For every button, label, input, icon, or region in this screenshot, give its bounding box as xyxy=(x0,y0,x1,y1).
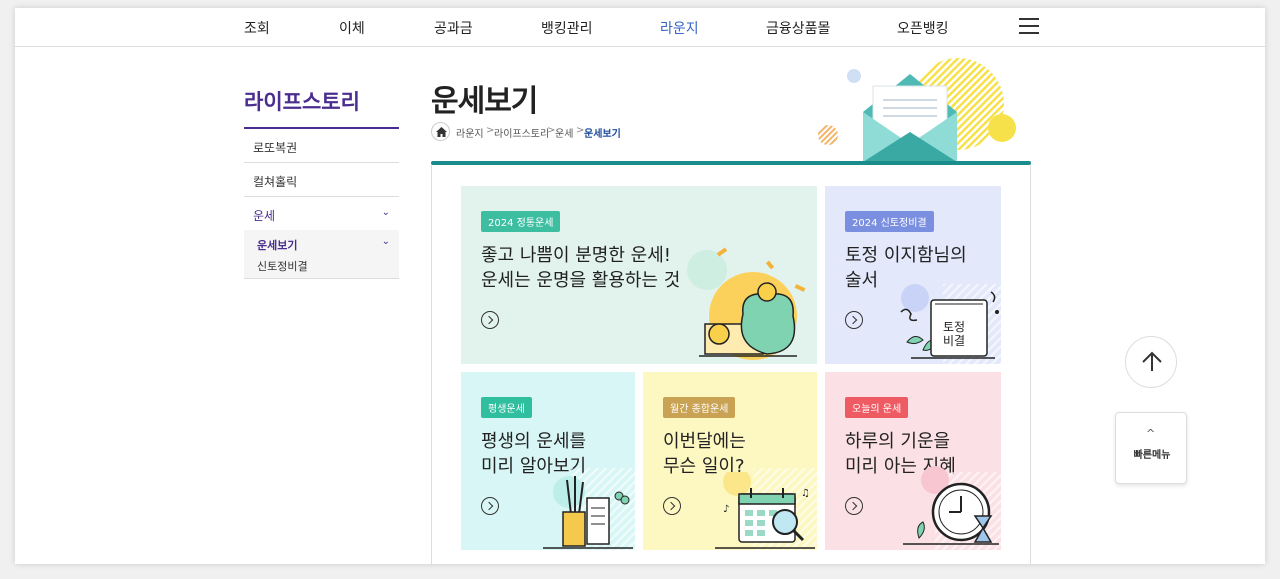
nav-item-utility[interactable]: 공과금 xyxy=(434,18,473,38)
svg-text:♫: ♫ xyxy=(801,488,810,499)
breadcrumb-item[interactable]: 운세 xyxy=(555,125,573,140)
arrow-right-icon[interactable] xyxy=(663,497,681,515)
sidebar-subitem-tojeong[interactable]: 신토정비결 xyxy=(257,258,308,274)
chevron-down-icon: ⌄ xyxy=(381,236,390,247)
arrow-right-icon[interactable] xyxy=(845,497,863,515)
envelope-illustration xyxy=(818,58,1016,162)
nav-item-open-banking[interactable]: 오픈뱅킹 xyxy=(897,18,949,38)
money-bag-icon xyxy=(687,247,806,360)
nav-item-products[interactable]: 금융상품몰 xyxy=(766,18,830,38)
nav-item-transfer[interactable]: 이체 xyxy=(339,18,365,38)
card-badge: 평생운세 xyxy=(481,397,532,418)
nav-item-banking-mgmt[interactable]: 뱅킹관리 xyxy=(541,18,593,38)
clock-icon xyxy=(903,466,999,545)
sidebar-title: 라이프스토리 xyxy=(244,90,360,114)
global-nav: 조회 이체 공과금 뱅킹관리 라운지 금융상품몰 오픈뱅킹 xyxy=(15,8,1265,47)
breadcrumb-item[interactable]: 라운지 xyxy=(456,125,484,140)
arrow-right-icon[interactable] xyxy=(481,497,499,515)
sidebar-item-fortune[interactable]: 운세 ⌄ xyxy=(244,197,399,231)
nav-item-inquiry[interactable]: 조회 xyxy=(244,18,270,38)
card-badge: 오늘의 운세 xyxy=(845,397,909,418)
breadcrumb-current: 운세보기 xyxy=(584,129,621,140)
arrow-up-icon xyxy=(1142,351,1162,371)
scroll-top-button[interactable] xyxy=(1125,336,1177,388)
card-monthly-fortune[interactable]: 월간 종합운세 이번달에는 무슨 일이? ♪ ♫ xyxy=(643,372,817,550)
sidebar-item-lotto[interactable]: 로또복권 xyxy=(244,129,399,163)
arrow-right-icon[interactable] xyxy=(845,311,863,329)
card-badge: 2024 정통운세 xyxy=(481,211,561,232)
card-daily-fortune[interactable]: 오늘의 운세 하루의 기운을 미리 아는 지혜 xyxy=(825,372,1001,550)
breadcrumb-item[interactable]: 라이프스토리 xyxy=(494,125,549,140)
card-lifetime-fortune[interactable]: 평생운세 평생의 운세를 미리 알아보기 xyxy=(461,372,635,550)
quick-menu-label: 빠른메뉴 xyxy=(1133,450,1171,461)
chevron-up-icon: ^ xyxy=(1146,427,1156,440)
chevron-down-icon: ⌄ xyxy=(381,207,390,218)
nav-item-lounge[interactable]: 라운지 xyxy=(660,18,699,38)
page-title: 운세보기 xyxy=(431,84,538,119)
svg-text:♪: ♪ xyxy=(723,504,729,515)
quick-menu-button[interactable]: ^ 빠른메뉴 xyxy=(1115,412,1187,484)
browser-frame: 조회 이체 공과금 뱅킹관리 라운지 금융상품몰 오픈뱅킹 라이프스토리 로또복… xyxy=(15,8,1265,564)
calendar-icon: ♪ ♫ xyxy=(715,472,815,549)
arrow-right-icon[interactable] xyxy=(481,311,499,329)
sidebar-submenu: 운세보기 ⌄ 신토정비결 xyxy=(244,230,399,279)
card-badge: 월간 종합운세 xyxy=(663,397,736,418)
sidebar-subitem-fortune-view[interactable]: 운세보기 xyxy=(257,237,297,253)
home-icon[interactable] xyxy=(431,122,450,141)
card-tojeong[interactable]: 2024 신토정비결 토정 이지함님의 술서 토정 비결 xyxy=(825,186,1001,364)
hamburger-menu-icon[interactable] xyxy=(1019,18,1039,34)
card-title: 좋고 나쁨이 분명한 운세! 운세는 운명을 활용하는 것 xyxy=(481,245,681,291)
book-seal-label: 토정 비결 xyxy=(942,320,966,348)
pencil-cup-icon xyxy=(543,476,633,549)
card-badge: 2024 신토정비결 xyxy=(845,211,934,232)
card-classic-fortune[interactable]: 2024 정통운세 좋고 나쁨이 분명한 운세! 운세는 운명을 활용하는 것 xyxy=(461,186,817,364)
sidebar-item-culture[interactable]: 컬쳐홀릭 xyxy=(244,163,399,197)
